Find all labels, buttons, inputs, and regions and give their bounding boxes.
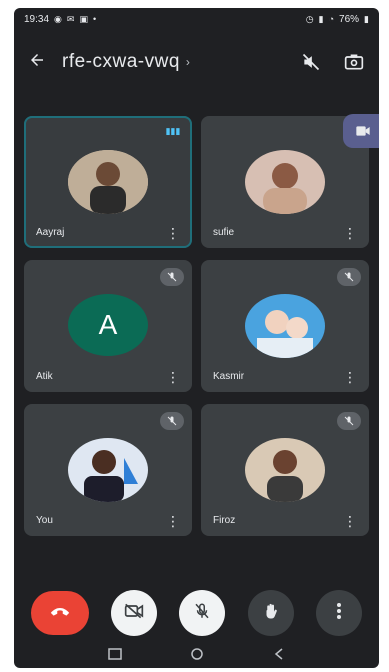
back-nav-icon[interactable] [273,647,285,663]
mic-toggle-button[interactable] [179,590,226,636]
status-time: 19:34 [24,13,50,25]
participant-name: sufie [213,227,235,238]
mic-off-icon [160,268,184,286]
more-vertical-icon[interactable]: ⋮ [166,370,180,384]
participant-avatar: A [68,294,148,356]
home-icon[interactable] [190,647,204,664]
participant-name: Firoz [213,515,236,526]
more-options-button[interactable] [315,590,362,636]
chevron-right-icon: › [185,55,191,69]
mic-off-icon [337,412,361,430]
more-vertical-icon[interactable]: ⋮ [343,514,357,528]
call-header: rfe-cxwa-vwq › [14,38,379,86]
meet-call-screen: 19:34 ◉ ✉ ▣ • ◷ ▮ ◔ 76% ▮ rfe-cxwa-vwq › [14,8,379,668]
participant-avatar [245,150,325,214]
meeting-title[interactable]: rfe-cxwa-vwq › [62,51,301,73]
participant-grid: ▮▮▮ Aayraj ⋮ sufie ⋮ A Atik ⋮ Kasmir ⋮ Y… [24,116,369,536]
more-vertical-icon[interactable]: ⋮ [343,226,357,240]
alarm-icon: ◷ [305,13,314,24]
self-view-toggle[interactable] [343,114,379,148]
participant-name: Atik [36,371,53,382]
participant-name: You [36,515,53,526]
hang-up-button[interactable] [31,591,90,635]
signal-icon: ▮ [318,13,324,24]
participant-name: Aayraj [36,227,65,238]
battery-level: 76% [339,13,360,25]
image-icon: ▣ [79,13,88,24]
more-vertical-icon[interactable]: ⋮ [166,514,180,528]
switch-camera-icon[interactable] [343,52,365,72]
battery-icon: ▮ [364,13,369,24]
phone-hangup-icon [49,604,71,623]
avatar-initial: A [98,309,118,340]
dot-icon: • [92,14,97,24]
status-bar: 19:34 ◉ ✉ ▣ • ◷ ▮ ◔ 76% ▮ [14,8,379,30]
hand-icon [262,601,280,626]
participant-tile-5[interactable]: You ⋮ [24,404,192,536]
speaking-indicator-icon: ▮▮▮ [165,125,181,136]
more-vertical-icon[interactable]: ⋮ [343,370,357,384]
camera-toggle-button[interactable] [111,590,158,636]
mic-off-icon [193,601,211,626]
system-nav-bar [14,642,379,668]
participant-avatar [68,150,148,214]
more-vertical-icon [336,602,342,625]
meeting-code: rfe-cxwa-vwq [62,51,180,72]
video-off-icon [124,602,144,625]
raise-hand-button[interactable] [247,590,294,636]
participant-tile-1[interactable]: ▮▮▮ Aayraj ⋮ [24,116,192,248]
participant-avatar [245,294,325,358]
participant-avatar [245,438,325,502]
notification-icon: ◉ [54,13,62,24]
mic-off-icon [160,412,184,430]
participant-tile-4[interactable]: Kasmir ⋮ [201,260,369,392]
more-vertical-icon[interactable]: ⋮ [166,226,180,240]
speaker-muted-icon[interactable] [301,52,321,72]
participant-name: Kasmir [213,371,245,382]
message-icon: ✉ [66,13,75,24]
wifi-icon: ◔ [328,14,335,24]
call-controls [14,586,379,640]
participant-tile-6[interactable]: Firoz ⋮ [201,404,369,536]
participant-tile-3[interactable]: A Atik ⋮ [24,260,192,392]
arrow-left-icon[interactable] [28,49,62,75]
recent-apps-icon[interactable] [108,647,122,663]
mic-off-icon [337,268,361,286]
participant-avatar [68,438,148,502]
